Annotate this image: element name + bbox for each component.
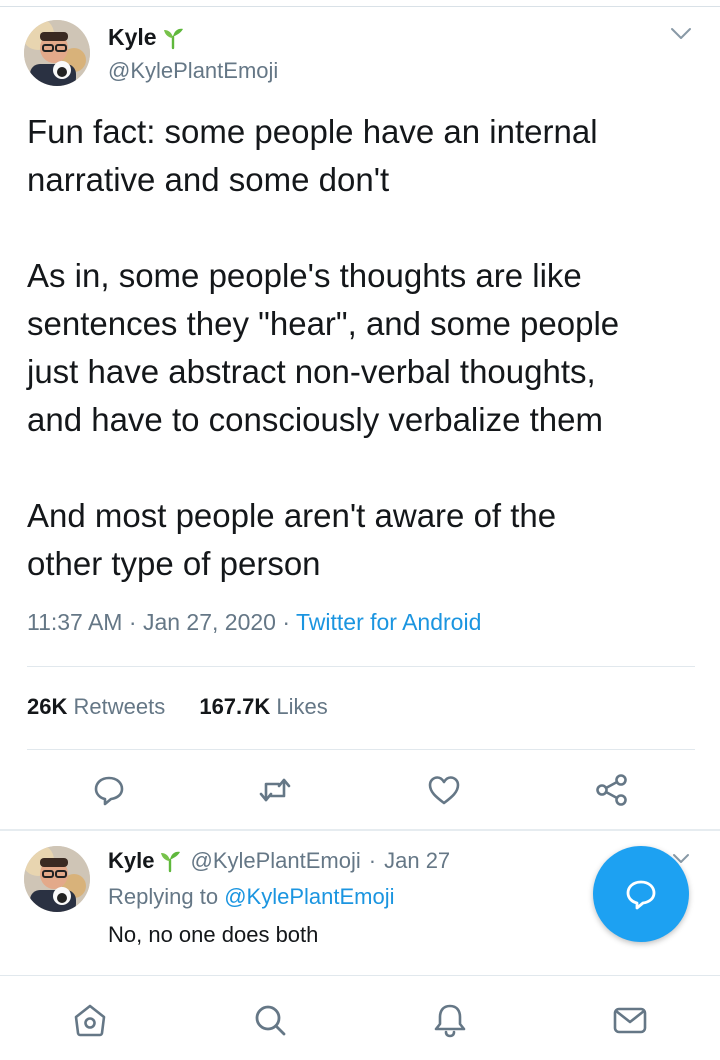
reply-header: Kyle @KylePlantEmoji · Jan 27 — [108, 848, 450, 874]
avatar[interactable] — [24, 20, 90, 86]
reply-date: Jan 27 — [384, 848, 451, 873]
nav-messages[interactable] — [610, 1000, 650, 1040]
likes-count: 167.7K — [199, 694, 271, 719]
replying-to-handle[interactable]: @KylePlantEmoji — [224, 884, 394, 909]
divider — [27, 666, 695, 667]
nav-notifications[interactable] — [430, 1000, 470, 1040]
share-icon — [596, 774, 627, 806]
author-handle[interactable]: @KylePlantEmoji — [108, 58, 278, 84]
search-icon — [255, 1005, 286, 1036]
divider — [27, 749, 695, 750]
retweets-stat[interactable]: 26K Retweets — [27, 694, 165, 719]
sprout-icon — [161, 26, 185, 50]
like-icon — [428, 776, 460, 805]
replying-prefix: Replying to — [108, 884, 219, 909]
tweet-line: Fun fact: some people have an internal — [27, 113, 598, 150]
retweet-icon — [259, 778, 291, 802]
author-name-row[interactable]: Kyle — [108, 24, 185, 51]
tweet-source-link[interactable]: Twitter for Android — [296, 609, 481, 635]
compose-reply-icon — [626, 880, 656, 910]
reply-icon — [94, 776, 124, 806]
reply-button[interactable] — [91, 772, 127, 808]
nav-home[interactable] — [70, 1000, 110, 1040]
meta-separator: · — [128, 609, 137, 635]
home-icon — [74, 1004, 106, 1037]
tweet-line: And most people aren't aware of the — [27, 497, 557, 534]
meta-separator: · — [282, 609, 291, 635]
compose-reply-button[interactable] — [593, 846, 689, 942]
messages-icon — [613, 1007, 647, 1034]
retweets-label: Retweets — [73, 694, 166, 719]
nav-search[interactable] — [250, 1000, 290, 1040]
avatar[interactable] — [24, 846, 90, 912]
tweet-detail: Kyle @KylePlantEmoji Fun fact: some peop… — [0, 0, 720, 830]
tweet-line: and have to consciously verbalize them — [27, 401, 603, 438]
author-name[interactable]: Kyle — [108, 24, 157, 51]
reply-author-handle[interactable]: @KylePlantEmoji — [190, 848, 360, 874]
like-button[interactable] — [426, 772, 462, 808]
retweets-count: 26K — [27, 694, 68, 719]
chevron-down-icon[interactable] — [670, 26, 692, 42]
tweet-metadata: 11:37 AM · Jan 27, 2020 · Twitter for An… — [27, 609, 481, 636]
tweet-line: sentences they "hear", and some people — [27, 305, 620, 342]
replying-to: Replying to @KylePlantEmoji — [108, 884, 395, 910]
retweet-button[interactable] — [257, 772, 293, 808]
tweet-line: As in, some people's thoughts are like — [27, 257, 582, 294]
likes-stat[interactable]: 167.7K Likes — [199, 694, 327, 719]
tweet-text: Fun fact: some people have an internal n… — [27, 108, 697, 588]
sprout-icon — [158, 849, 182, 873]
section-divider — [0, 829, 720, 831]
bottom-nav — [0, 975, 720, 1060]
tweet-line: just have abstract non-verbal thoughts, — [27, 353, 596, 390]
tweet-line: narrative and some don't — [27, 161, 390, 198]
reply-text: No, no one does both — [108, 922, 319, 947]
notifications-icon — [434, 1004, 466, 1038]
share-button[interactable] — [594, 772, 630, 808]
likes-label: Likes — [276, 694, 328, 719]
tweet-stats: 26K Retweets 167.7K Likes — [27, 694, 356, 720]
tweet-time: 11:37 AM — [27, 609, 123, 635]
reply-author-name[interactable]: Kyle — [108, 848, 154, 874]
meta-separator: · — [368, 848, 377, 873]
tweet-line: other type of person — [27, 545, 321, 582]
tweet-date: Jan 27, 2020 — [142, 609, 276, 635]
